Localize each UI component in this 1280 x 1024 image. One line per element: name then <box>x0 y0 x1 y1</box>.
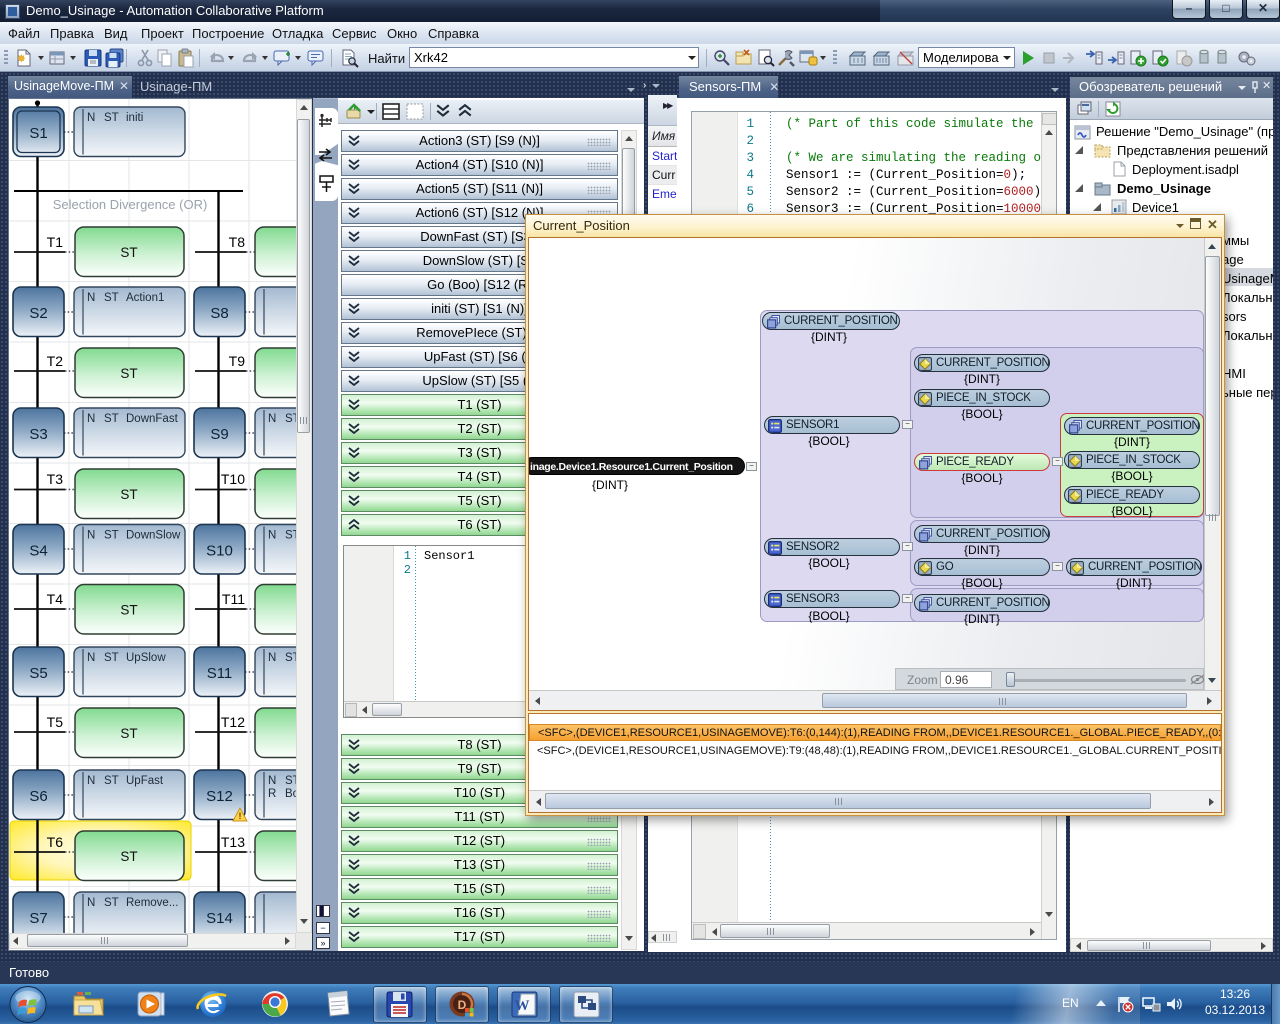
svg-text:N: N <box>87 112 95 124</box>
svg-text:W: W <box>515 998 530 1014</box>
svg-text:ST: ST <box>104 413 119 425</box>
svg-text:initi: initi <box>126 112 143 124</box>
svg-text:N: N <box>87 413 95 425</box>
svg-text:S12: S12 <box>206 788 233 805</box>
svg-text:S6: S6 <box>29 788 47 805</box>
svg-text:!: ! <box>239 811 242 821</box>
svg-text:ST: ST <box>104 292 119 304</box>
svg-text:N: N <box>268 652 276 664</box>
svg-text:Selection Divergence (OR): Selection Divergence (OR) <box>53 197 208 212</box>
svg-text:T13: T13 <box>221 834 245 850</box>
svg-text:T3: T3 <box>47 471 64 487</box>
svg-text:ST: ST <box>120 726 137 741</box>
svg-text:T2: T2 <box>47 353 64 369</box>
svg-text:N: N <box>268 530 276 542</box>
svg-text:S5: S5 <box>29 665 47 682</box>
svg-text:T9: T9 <box>229 353 246 369</box>
svg-text:ST: ST <box>120 487 137 502</box>
svg-text:ST: ST <box>120 849 137 864</box>
svg-text:S1: S1 <box>29 125 47 142</box>
svg-text:ST: ST <box>120 603 137 618</box>
svg-text:T8: T8 <box>229 234 246 250</box>
svg-text:UpSlow: UpSlow <box>126 652 166 664</box>
svg-text:UpFast: UpFast <box>126 775 164 787</box>
svg-text:N: N <box>268 775 276 787</box>
svg-text:Remove...: Remove... <box>126 897 178 909</box>
svg-text:ST: ST <box>104 652 119 664</box>
svg-text:T10: T10 <box>221 471 245 487</box>
svg-text:S2: S2 <box>29 305 47 322</box>
svg-text:ST: ST <box>104 775 119 787</box>
svg-text:N: N <box>87 292 95 304</box>
svg-text:S10: S10 <box>206 543 233 560</box>
svg-text:T5: T5 <box>47 714 64 730</box>
svg-text:N: N <box>268 413 276 425</box>
svg-text:DownSlow: DownSlow <box>126 530 181 542</box>
svg-text:ST: ST <box>120 366 137 381</box>
svg-text:N: N <box>87 897 95 909</box>
svg-text:T4: T4 <box>47 591 64 607</box>
svg-text:DownFast: DownFast <box>126 413 179 425</box>
svg-text:S3: S3 <box>29 426 47 443</box>
svg-text:ST: ST <box>120 245 137 260</box>
svg-text:S7: S7 <box>29 910 47 927</box>
svg-text:T12: T12 <box>221 714 245 730</box>
svg-text:N: N <box>87 652 95 664</box>
svg-text:S11: S11 <box>207 665 233 682</box>
svg-text:S9: S9 <box>210 426 228 443</box>
svg-text:S4: S4 <box>29 543 47 560</box>
svg-text:N: N <box>87 775 95 787</box>
svg-text:T11: T11 <box>222 591 245 607</box>
svg-text:N: N <box>87 530 95 542</box>
svg-text:R: R <box>268 788 276 800</box>
svg-text:T6: T6 <box>47 834 64 850</box>
svg-text:T1: T1 <box>47 234 64 250</box>
svg-text:ST: ST <box>104 112 119 124</box>
svg-text:ST: ST <box>104 897 119 909</box>
svg-text:S8: S8 <box>210 305 228 322</box>
svg-text:Action1: Action1 <box>126 292 164 304</box>
svg-text:S14: S14 <box>206 910 233 927</box>
svg-text:ST: ST <box>104 530 119 542</box>
